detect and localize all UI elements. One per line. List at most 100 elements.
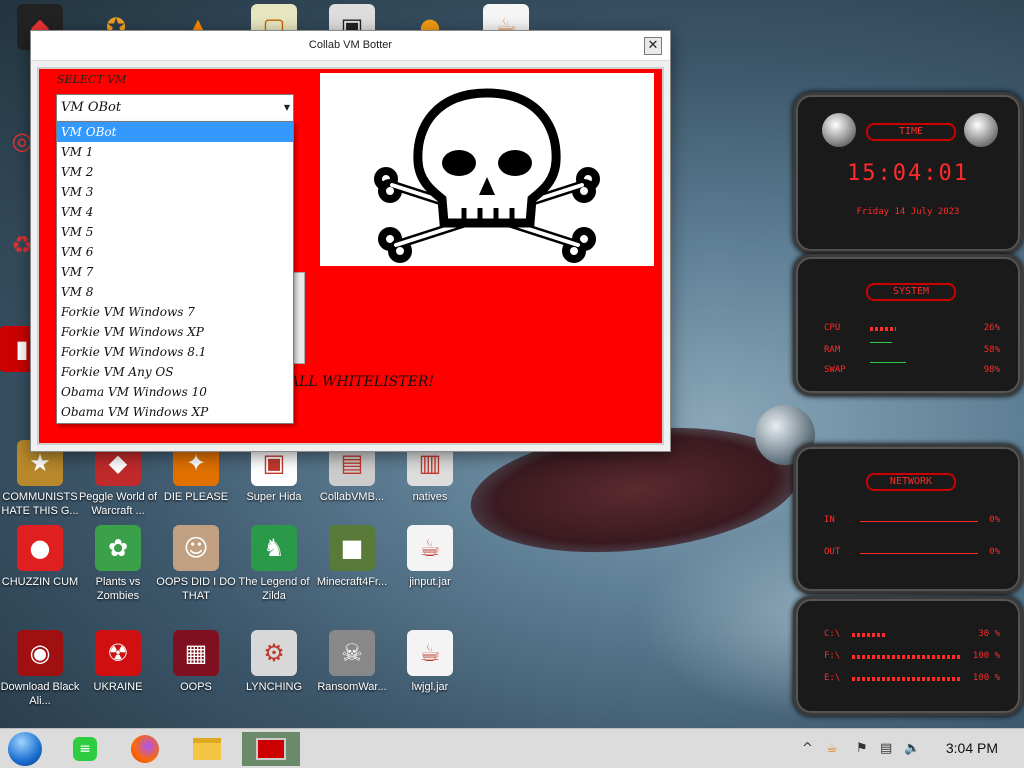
vm-option[interactable]: Forkie VM Windows 7	[57, 302, 293, 322]
desktop-icon-label: The Legend of Zilda	[238, 576, 310, 602]
window-title: Collab VM Botter	[308, 39, 393, 51]
desktop-icon-image: ☢	[95, 630, 141, 676]
vm-option[interactable]: Forkie VM Windows 8.1	[57, 342, 293, 362]
drive-row-f: F:\ 100 %	[824, 651, 1000, 665]
system-row-swap: SWAP 98%	[824, 362, 1000, 379]
desktop-icon-label: lwjgl.jar	[411, 681, 449, 693]
desktop-icon-image: ☺	[173, 525, 219, 571]
volume-icon[interactable]: 🔈	[904, 741, 920, 756]
vm-select-combobox[interactable]: VM OBot ▼	[56, 94, 294, 122]
drive-row-c: C:\ 30 %	[824, 629, 1000, 643]
drive-c-bar	[852, 633, 886, 637]
system-row-cpu: CPU 26%	[824, 323, 1000, 337]
desktop-icon-label: OOPS	[180, 681, 212, 693]
desktop-icon-image: ♞	[251, 525, 297, 571]
desktop-icon-image: ●	[17, 525, 63, 571]
vm-option[interactable]: Obama VM Windows XP	[57, 402, 293, 422]
desktop-icon-label: Plants vs Zombies	[95, 576, 141, 602]
network-gadget-header: NETWORK	[866, 473, 956, 491]
time-gadget[interactable]: TIME 15:04:01 Friday 14 July 2023	[793, 92, 1023, 254]
vm-select-value: VM OBot	[61, 100, 122, 115]
time-gadget-date: Friday 14 July 2023	[856, 207, 960, 217]
drives-gadget[interactable]: C:\ 30 % F:\ 100 % E:\ 100 %	[793, 596, 1023, 716]
vm-option[interactable]: VM 8	[57, 282, 293, 302]
system-row-label: SWAP	[824, 365, 846, 375]
desktop-icon-image: ✿	[95, 525, 141, 571]
whitelister-text: ALL WHITELISTER!	[289, 374, 434, 390]
drive-row-label: E:\	[824, 673, 841, 683]
desktop-icon-image: ◉	[17, 630, 63, 676]
vm-option[interactable]: Forkie VM Windows XP	[57, 322, 293, 342]
vm-option[interactable]: VM 5	[57, 222, 293, 242]
desktop-icon[interactable]: ♞ The Legend of Zilda	[234, 525, 314, 603]
desktop-icon[interactable]: ☠ RansomWar...	[312, 630, 392, 694]
desktop-icon[interactable]: ☺ OOPS DID I DO THAT	[156, 525, 236, 603]
vm-option[interactable]: VM 1	[57, 142, 293, 162]
desktop-icon-image: ■	[329, 525, 375, 571]
vm-option[interactable]: VM 3	[57, 182, 293, 202]
taskbar-clock[interactable]: 3:04 PM	[946, 740, 998, 756]
desktop-icon-label: Minecraft4Fr...	[316, 576, 388, 588]
system-gadget-header: SYSTEM	[866, 283, 956, 301]
cpu-bar	[870, 327, 896, 331]
desktop-icon-label: OOPS DID I DO THAT	[156, 576, 236, 602]
desktop-icon-label: LYNCHING	[245, 681, 303, 693]
desktop-icon[interactable]: ☕ lwjgl.jar	[390, 630, 470, 694]
vm-option[interactable]: VM 4	[57, 202, 293, 222]
desktop-icon-label: CollabVMB...	[319, 491, 385, 503]
chevron-up-icon[interactable]: ^	[802, 741, 813, 756]
drive-row-value: 100 %	[972, 673, 1000, 683]
desktop-icon[interactable]: ▦ OOPS	[156, 630, 236, 694]
network-row-label: OUT	[824, 547, 841, 557]
desktop-icon[interactable]: ☢ UKRAINE	[78, 630, 158, 694]
java-update-icon[interactable]: ☕	[826, 741, 838, 756]
vm-option[interactable]: VM 2	[57, 162, 293, 182]
start-orb-icon[interactable]	[8, 732, 42, 766]
desktop-icon-label: DIE PLEASE	[163, 491, 229, 503]
network-tray-icon[interactable]: ▤	[880, 741, 892, 756]
desktop-icon-label: Super Hida	[246, 491, 302, 503]
desktop-icon-label: Peggle World of Warcraft ...	[78, 491, 158, 517]
desktop-icon[interactable]: ● CHUZZIN CUM	[0, 525, 80, 589]
network-gadget[interactable]: NETWORK IN 0% OUT 0%	[793, 444, 1023, 594]
system-gadget[interactable]: SYSTEM CPU 26% RAM 58% SWAP 98%	[793, 254, 1023, 396]
time-gadget-clock: 15:04:01	[847, 161, 969, 186]
system-row-label: CPU	[824, 323, 841, 333]
vm-option[interactable]: VM OBot	[57, 122, 293, 142]
desktop-icon-label: UKRAINE	[93, 681, 143, 693]
network-row-value: 0%	[989, 547, 1000, 557]
desktop-icon-label: COMMUNISTS HATE THIS G...	[1, 491, 79, 517]
network-row-label: IN	[824, 515, 835, 525]
network-row-value: 0%	[989, 515, 1000, 525]
ram-bar	[870, 342, 892, 343]
drive-row-label: C:\	[824, 629, 841, 639]
drive-row-value: 100 %	[972, 651, 1000, 661]
desktop-icon-image: ☕	[407, 630, 453, 676]
firefox-icon[interactable]	[128, 732, 162, 766]
close-button[interactable]: ✕	[644, 37, 662, 55]
desktop-icon[interactable]: ✿ Plants vs Zombies	[78, 525, 158, 603]
desktop-icon-image: ☕	[407, 525, 453, 571]
alien-head-icon	[964, 113, 998, 147]
vm-option[interactable]: VM 7	[57, 262, 293, 282]
drive-row-label: F:\	[824, 651, 841, 661]
chevron-down-icon[interactable]: ▼	[284, 103, 290, 112]
vm-option[interactable]: Forkie VM Any OS	[57, 362, 293, 382]
desktop-icon[interactable]: ☕ jinput.jar	[390, 525, 470, 589]
vm-option[interactable]: VM 6	[57, 242, 293, 262]
vm-option[interactable]: Obama VM Windows 10	[57, 382, 293, 402]
notes-app-icon[interactable]: ≡	[68, 732, 102, 766]
network-in-graph	[860, 521, 978, 522]
window-titlebar[interactable]: Collab VM Botter ✕	[31, 31, 670, 61]
collab-vm-botter-task[interactable]	[242, 732, 300, 766]
desktop-icon[interactable]: ■ Minecraft4Fr...	[312, 525, 392, 589]
desktop-icon[interactable]: ◉ Download Black Ali...	[0, 630, 80, 708]
file-explorer-icon[interactable]	[190, 732, 224, 766]
drive-e-bar	[852, 677, 962, 681]
network-out-graph	[860, 553, 978, 554]
desktop-icon[interactable]: ⚙ LYNCHING	[234, 630, 314, 694]
flag-icon[interactable]: ⚑	[856, 741, 868, 756]
swap-bar	[870, 362, 906, 363]
window-client-area: SELECT VM ALL WHITELISTER! VM OBot ▼ VM …	[37, 67, 664, 445]
system-row-ram: RAM 58%	[824, 342, 1000, 359]
